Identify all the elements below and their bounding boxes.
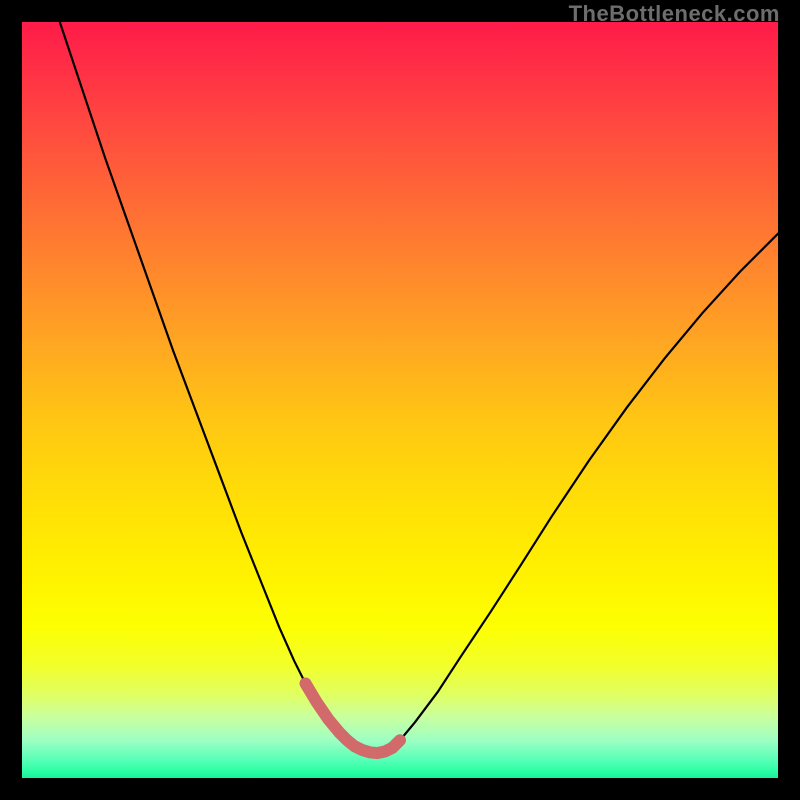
bottleneck-curve [60, 22, 778, 753]
chart-frame: TheBottleneck.com [0, 0, 800, 800]
highlight-segment [306, 684, 401, 754]
plot-area [22, 22, 778, 778]
curve-svg [22, 22, 778, 778]
